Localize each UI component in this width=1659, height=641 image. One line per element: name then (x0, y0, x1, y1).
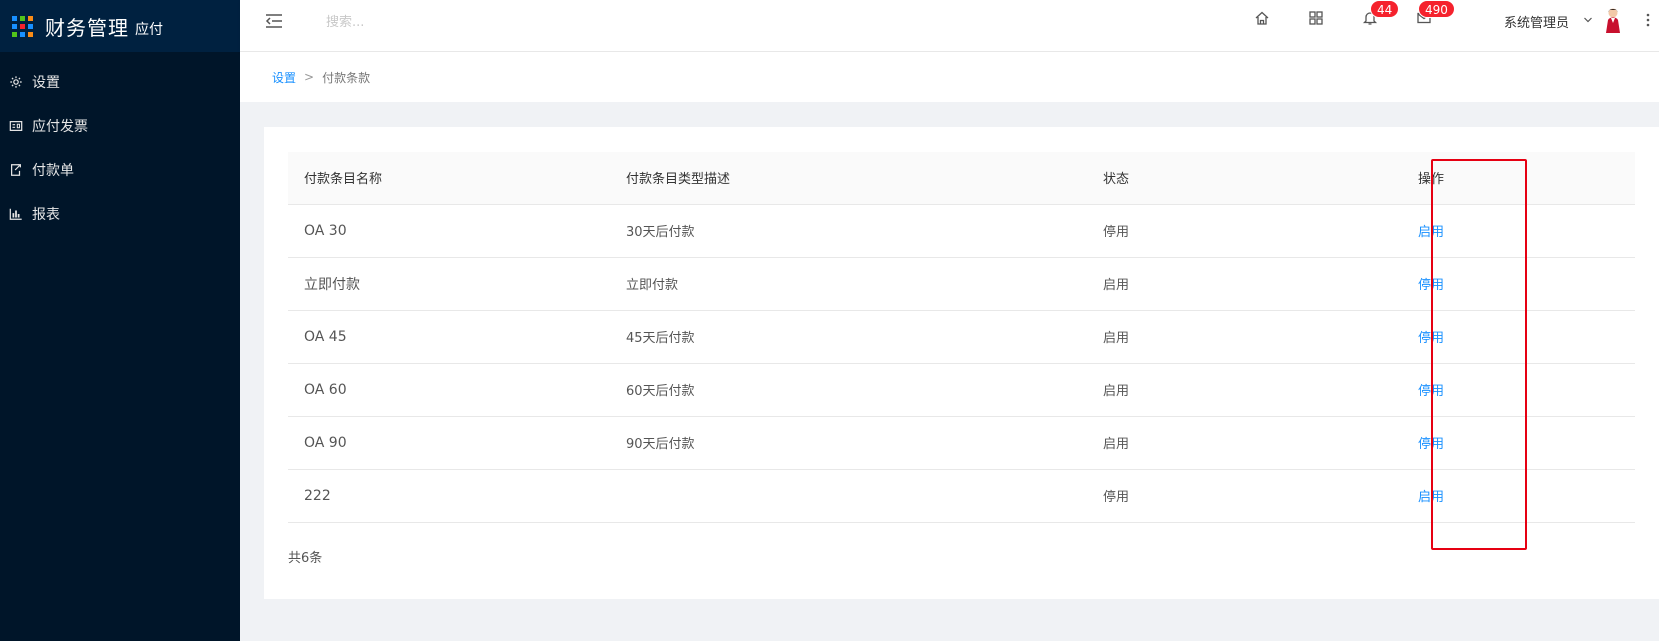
cell-description: 立即付款 (626, 257, 1103, 311)
logo-dot (28, 23, 33, 29)
logo-dot (12, 31, 17, 37)
mail-icon[interactable]: 490 (1416, 0, 1455, 30)
cell-name: OA 30 (288, 204, 626, 258)
payment-order-icon (8, 162, 24, 178)
column-header-name: 付款条目名称 (288, 152, 626, 205)
cell-status: 停用 (1103, 469, 1418, 523)
sidebar-item-label: 报表 (32, 207, 60, 223)
table-row: OA 90 90天后付款 启用 停用 (288, 416, 1635, 470)
table-row: OA 45 45天后付款 启用 停用 (288, 310, 1635, 364)
sidebar-item-invoices[interactable]: 应付发票 (0, 104, 240, 148)
total-count: 共6条 (288, 551, 323, 566)
cell-description: 45天后付款 (626, 310, 1103, 364)
logo-dot (12, 23, 17, 29)
app-grid-logo-icon[interactable] (12, 15, 33, 37)
top-header: 44 490 系统管理员 (240, 0, 1659, 52)
logo-dot (28, 31, 33, 37)
cell-description: 90天后付款 (626, 416, 1103, 470)
cell-status: 停用 (1103, 204, 1418, 258)
cell-status: 启用 (1103, 257, 1418, 311)
breadcrumb-current: 付款条款 (322, 70, 371, 85)
sidebar-item-settings[interactable]: 设置 (0, 60, 240, 104)
table-row: 222 停用 启用 (288, 469, 1635, 523)
gear-icon (8, 74, 24, 90)
column-header-action: 操作 (1418, 152, 1635, 205)
cell-name: OA 90 (288, 416, 626, 470)
cell-description: 60天后付款 (626, 363, 1103, 417)
row-action-link[interactable]: 停用 (1418, 331, 1444, 346)
cell-status: 启用 (1103, 310, 1418, 364)
logo-dot (20, 31, 25, 37)
more-vertical-icon[interactable] (1645, 12, 1651, 28)
apps-grid-icon[interactable] (1308, 10, 1328, 30)
cell-description: 30天后付款 (626, 204, 1103, 258)
cell-status: 启用 (1103, 416, 1418, 470)
breadcrumb-separator: > (304, 70, 315, 84)
chevron-down-icon[interactable] (1583, 13, 1593, 23)
row-action-link[interactable]: 启用 (1418, 490, 1444, 505)
invoice-icon (8, 118, 24, 134)
app-title: 财务管理 (45, 15, 129, 40)
breadcrumb: 设置 > 付款条款 (240, 52, 1659, 102)
user-name[interactable]: 系统管理员 (1504, 12, 1569, 31)
sidebar-item-label: 设置 (32, 75, 60, 91)
row-action-link[interactable]: 停用 (1418, 278, 1444, 293)
row-action-link[interactable]: 停用 (1418, 384, 1444, 399)
table-row: OA 60 60天后付款 启用 停用 (288, 363, 1635, 417)
logo-dot (12, 15, 17, 21)
search-input[interactable] (326, 10, 626, 34)
column-header-status: 状态 (1103, 152, 1418, 205)
column-header-description: 付款条目类型描述 (626, 152, 1103, 205)
bell-icon[interactable]: 44 (1362, 0, 1400, 30)
payment-terms-card: 付款条目名称 付款条目类型描述 状态 操作 OA 30 30天后付款 停用 启用… (264, 127, 1659, 599)
sidebar-menu: 设置 应付发票 付款单 报表 (0, 60, 240, 236)
row-action-link[interactable]: 停用 (1418, 437, 1444, 452)
payment-terms-table: 付款条目名称 付款条目类型描述 状态 操作 OA 30 30天后付款 停用 启用… (288, 152, 1635, 523)
message-count-badge: 490 (1418, 0, 1455, 18)
logo-dot (20, 15, 25, 21)
cell-name: OA 45 (288, 310, 626, 364)
app-subtitle: 应付 (135, 22, 163, 38)
menu-fold-icon[interactable] (264, 11, 284, 31)
table-row: 立即付款 立即付款 启用 停用 (288, 257, 1635, 311)
avatar[interactable] (1600, 6, 1626, 34)
sidebar-item-label: 应付发票 (32, 119, 88, 135)
sidebar-item-payment-orders[interactable]: 付款单 (0, 148, 240, 192)
brand: 财务管理 应付 (0, 0, 240, 52)
row-action-link[interactable]: 启用 (1418, 225, 1444, 240)
cell-name: 222 (288, 469, 626, 523)
sidebar: 财务管理 应付 设置 应付发票 付款单 报表 (0, 0, 240, 641)
home-icon[interactable] (1254, 10, 1274, 30)
breadcrumb-settings-link[interactable]: 设置 (272, 69, 296, 86)
sidebar-item-reports[interactable]: 报表 (0, 192, 240, 236)
cell-name: OA 60 (288, 363, 626, 417)
table-header-row: 付款条目名称 付款条目类型描述 状态 操作 (288, 152, 1635, 205)
cell-status: 启用 (1103, 363, 1418, 417)
cell-description (626, 469, 1103, 523)
bar-chart-icon (8, 206, 24, 222)
notification-count-badge: 44 (1370, 0, 1400, 18)
sidebar-item-label: 付款单 (32, 163, 74, 179)
logo-dot (20, 23, 25, 29)
cell-name: 立即付款 (288, 257, 626, 311)
logo-dot (28, 15, 33, 21)
table-row: OA 30 30天后付款 停用 启用 (288, 204, 1635, 258)
